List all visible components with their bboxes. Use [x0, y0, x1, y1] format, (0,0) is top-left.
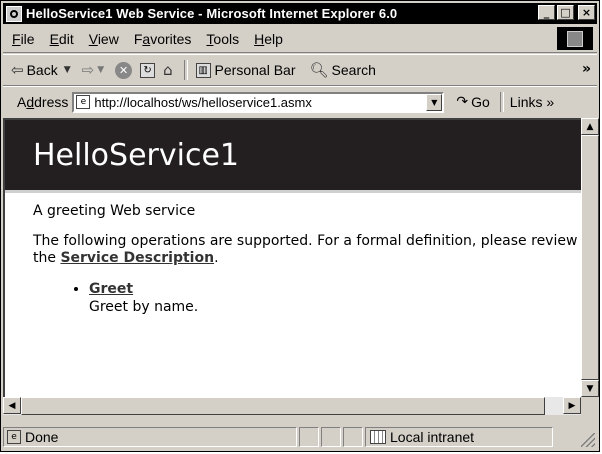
menu-help-label: elp: [264, 31, 283, 47]
forward-dropdown-icon[interactable]: ▼: [97, 65, 104, 75]
back-button[interactable]: ⇦ Back ▼: [11, 61, 74, 79]
resize-grip-icon[interactable]: [581, 433, 595, 447]
page-title: HelloService1: [33, 137, 240, 173]
horizontal-scrollbar[interactable]: ◀ ▶: [3, 397, 581, 415]
menu-view-label: iew: [97, 31, 119, 47]
go-button[interactable]: ↷ Go: [456, 94, 489, 110]
address-label-accel: d: [26, 94, 35, 110]
zone-text: Local intranet: [390, 429, 475, 445]
menu-view[interactable]: View: [89, 31, 119, 47]
menu-view-accel: V: [88, 31, 98, 47]
page-icon: e: [76, 95, 91, 109]
address-label-rest: dress: [34, 94, 69, 110]
home-icon: ⌂: [163, 61, 173, 79]
address-bar: Address e http://localhost/ws/helloservi…: [3, 86, 597, 117]
close-button[interactable]: ×: [578, 5, 595, 20]
operation-greet-description: Greet by name.: [89, 299, 199, 315]
scroll-down-button[interactable]: ▼: [581, 380, 599, 397]
toolbar-overflow-chevron[interactable]: »: [582, 61, 591, 77]
home-button[interactable]: ⌂: [163, 61, 176, 79]
toolbar-separator: [183, 60, 188, 80]
address-url[interactable]: http://localhost/ws/helloservice1.asmx: [94, 95, 311, 110]
search-button[interactable]: 🔍︎ Search: [309, 61, 375, 79]
scroll-left-button[interactable]: ◀: [3, 397, 21, 414]
menu-file-accel: F: [12, 31, 21, 47]
ie-page-icon: e: [7, 430, 21, 444]
menu-edit-accel: E: [49, 31, 59, 47]
scroll-right-button[interactable]: ▶: [563, 397, 581, 414]
service-description-link[interactable]: Service Description: [60, 250, 214, 266]
links-button[interactable]: Links »: [510, 94, 554, 110]
address-field[interactable]: e http://localhost/ws/helloservice1.asmx…: [72, 91, 445, 113]
vertical-scroll-thumb[interactable]: [581, 135, 599, 380]
address-label-pre: A: [17, 94, 27, 110]
status-bar: e Done Local intranet: [3, 425, 597, 449]
operations-intro-end: .: [214, 250, 219, 266]
scrollbar-corner: [581, 397, 599, 415]
back-arrow-icon: ⇦: [11, 61, 24, 79]
personal-bar-label: Personal Bar: [214, 62, 296, 78]
menu-file-label: ile: [20, 31, 35, 47]
service-description: A greeting Web service: [33, 203, 196, 219]
operation-greet-link[interactable]: Greet: [89, 281, 133, 297]
browser-window: HelloService1 Web Service - Microsoft In…: [0, 0, 600, 452]
go-arrow-icon: ↷: [456, 94, 469, 110]
search-icon: 🔍︎: [309, 61, 329, 79]
forward-arrow-icon: ⇨: [81, 61, 95, 79]
menu-tools[interactable]: Tools: [206, 31, 239, 47]
operations-list: Greet Greet by name.: [33, 280, 581, 316]
go-label: Go: [471, 94, 490, 110]
intranet-zone-icon: [370, 430, 386, 444]
stop-icon: ✕: [115, 61, 133, 79]
status-text: Done: [25, 429, 59, 445]
maximize-button[interactable]: □: [557, 5, 574, 20]
back-dropdown-icon[interactable]: ▼: [64, 65, 71, 75]
menu-edit[interactable]: Edit: [50, 31, 74, 47]
personal-bar-icon: ▥: [195, 62, 211, 78]
horizontal-scroll-thumb[interactable]: [21, 397, 545, 415]
refresh-button[interactable]: ↻: [140, 62, 156, 78]
window-controls: _ □ ×: [538, 5, 595, 20]
menu-help-accel: H: [254, 31, 265, 47]
menu-favorites[interactable]: Favorites: [134, 31, 192, 47]
links-separator: [499, 92, 504, 112]
security-zone-panel: Local intranet: [365, 427, 553, 447]
forward-button[interactable]: ⇨ ▼: [82, 61, 108, 79]
windows-throbber: [557, 27, 593, 50]
minimize-button[interactable]: _: [538, 5, 555, 20]
status-main-panel: e Done: [3, 427, 297, 447]
stop-button[interactable]: ✕: [115, 61, 133, 79]
status-panel: [299, 427, 319, 447]
menu-file[interactable]: File: [12, 31, 35, 47]
menu-bar: File Edit View Favorites Tools Help: [3, 26, 597, 53]
list-item: Greet Greet by name.: [89, 280, 581, 316]
address-label: Address: [17, 94, 68, 110]
window-title: HelloService1 Web Service - Microsoft In…: [26, 6, 398, 21]
status-panel: [343, 427, 363, 447]
vertical-scrollbar[interactable]: ▲ ▼: [581, 118, 599, 397]
standard-toolbar: ⇦ Back ▼ ⇨ ▼ ✕ ↻ ⌂ ▥ Personal Bar 🔍︎ Sea…: [3, 54, 597, 86]
menu-help[interactable]: Help: [254, 31, 283, 47]
operations-intro: The following operations are supported. …: [33, 233, 581, 267]
personal-bar-button[interactable]: ▥ Personal Bar: [195, 62, 296, 78]
menu-edit-label: dit: [58, 31, 74, 47]
search-label: Search: [331, 62, 376, 78]
windows-logo-icon: [567, 30, 583, 47]
scroll-up-button[interactable]: ▲: [581, 118, 599, 135]
menu-favorites-label: vorites: [150, 31, 192, 47]
page-content: A greeting Web service The following ope…: [5, 193, 581, 316]
refresh-icon: ↻: [140, 62, 156, 78]
address-dropdown-button[interactable]: ▼: [426, 93, 443, 111]
title-bar[interactable]: HelloService1 Web Service - Microsoft In…: [3, 3, 597, 24]
menu-tools-label: ools: [213, 31, 240, 47]
status-panel: [321, 427, 341, 447]
ie-app-icon[interactable]: [6, 5, 22, 22]
page-viewport: HelloService1 A greeting Web service The…: [3, 118, 581, 397]
service-banner: HelloService1: [5, 120, 581, 193]
back-label: Back: [26, 62, 58, 78]
